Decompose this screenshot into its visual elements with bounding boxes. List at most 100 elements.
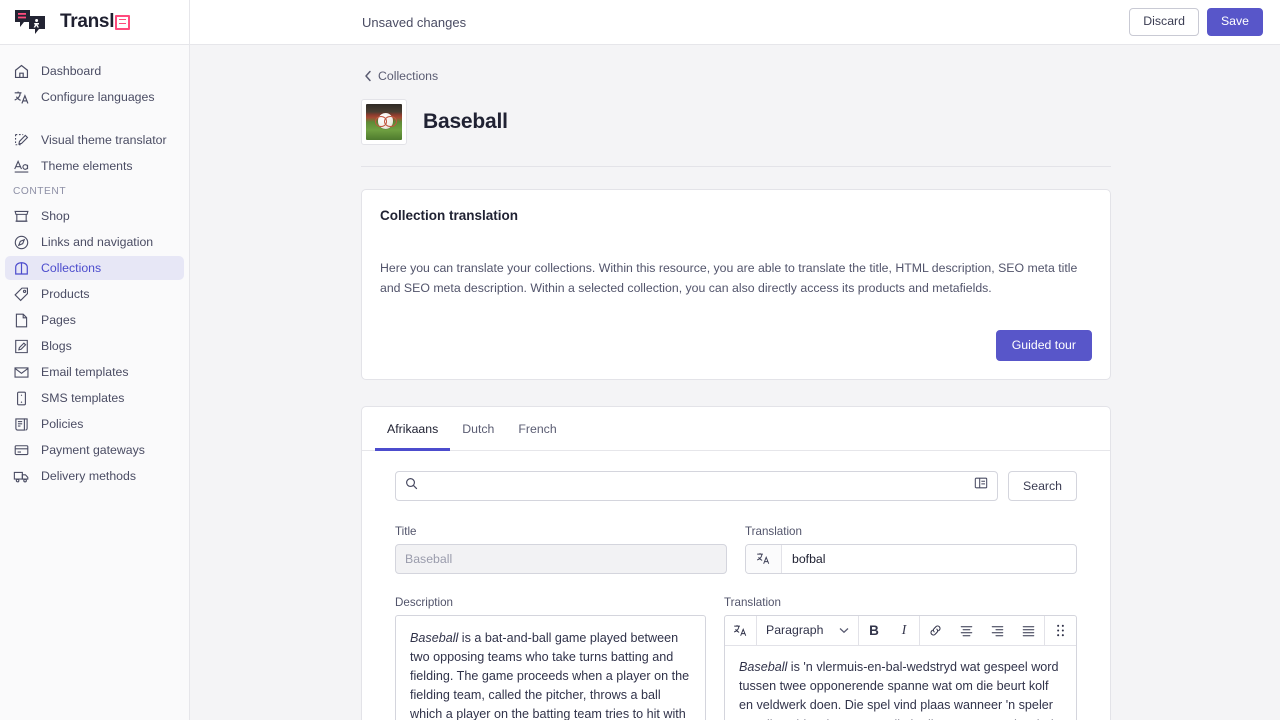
card-body: Here you can translate your collections.…	[362, 223, 1110, 299]
translation-input-wrapper[interactable]: bofbal	[745, 543, 1077, 574]
sidebar-item-payment-gateways[interactable]: Payment gateways	[5, 438, 184, 462]
sidebar-item-pages[interactable]: Pages	[5, 308, 184, 332]
top-bar: Unsaved changes Discard Save	[190, 0, 1280, 45]
bold-button[interactable]: B	[859, 616, 889, 646]
sidebar-item-collections[interactable]: Collections	[5, 256, 184, 280]
title-label: Title	[395, 524, 417, 538]
app-logo[interactable]: Transl	[0, 0, 189, 45]
sidebar-item-sms-templates[interactable]: SMS templates	[5, 386, 184, 410]
italic-button[interactable]: I	[889, 616, 919, 646]
unsaved-changes-status: Unsaved changes	[362, 14, 467, 30]
sidebar-item-label: Dashboard	[41, 64, 102, 78]
sidebar-item-visual-theme-translator[interactable]: Visual theme translator	[5, 128, 184, 152]
collection-translation-card: Collection translation Here you can tran…	[361, 189, 1111, 380]
editor-body-text: is 'n vlermuis-en-bal-wedstryd wat gespe…	[739, 659, 1059, 720]
align-right-icon[interactable]	[982, 616, 1013, 646]
chevron-down-icon	[839, 623, 849, 637]
editor-content[interactable]: Baseball is 'n vlermuis-en-bal-wedstryd …	[725, 646, 1076, 720]
envelope-icon	[13, 364, 30, 381]
baseball-icon	[374, 113, 397, 129]
sidebar-item-dashboard[interactable]: Dashboard	[5, 59, 184, 83]
breadcrumb-label: Collections	[378, 69, 439, 83]
blog-pencil-icon	[13, 338, 30, 355]
translation-label: Translation	[745, 524, 802, 538]
title-translation-group: Translation bofbal	[745, 525, 1077, 574]
tab-french[interactable]: French	[506, 407, 568, 451]
tab-dutch[interactable]: Dutch	[450, 407, 506, 451]
sidebar-item-label: Links and navigation	[41, 235, 154, 249]
typography-icon	[13, 158, 30, 175]
layout-panel-icon[interactable]	[974, 476, 988, 495]
sidebar-item-configure-languages[interactable]: Configure languages	[5, 85, 184, 109]
sidebar-item-label: Shop	[41, 209, 70, 223]
translation-panel-card: Afrikaans Dutch French Search Title Base…	[361, 405, 1111, 720]
brand-name: Transl	[60, 11, 115, 32]
collection-icon	[13, 260, 30, 277]
sidebar: Transl Dashboard Configure languages Vis…	[0, 0, 190, 720]
search-field[interactable]	[395, 470, 999, 501]
main-region: Unsaved changes Discard Save Collections	[190, 0, 1280, 720]
sidebar-nav: Dashboard Configure languages Visual the…	[0, 45, 189, 490]
search-icon	[405, 477, 418, 495]
search-button[interactable]: Search	[1008, 470, 1077, 501]
sidebar-item-email-templates[interactable]: Email templates	[5, 360, 184, 384]
chevron-left-icon	[364, 70, 372, 82]
tag-icon	[13, 286, 30, 303]
translation-value[interactable]: bofbal	[782, 545, 1076, 573]
sidebar-group-theme: Visual theme translator Theme elements	[0, 128, 189, 178]
description-translation-grid: Description Baseball is a bat-and-ball g…	[395, 596, 1077, 720]
sidebar-item-label: Configure languages	[41, 90, 155, 104]
baseball-thumbnail-image	[366, 104, 402, 141]
sidebar-item-delivery-methods[interactable]: Delivery methods	[5, 464, 184, 488]
phone-icon	[13, 390, 30, 407]
sidebar-item-products[interactable]: Products	[5, 282, 184, 306]
page-header: Baseball	[361, 96, 1111, 168]
align-justify-icon[interactable]	[1013, 616, 1044, 646]
language-tabs: Afrikaans Dutch French	[362, 407, 1110, 451]
description-label: Description	[395, 595, 453, 609]
sidebar-item-theme-elements[interactable]: Theme elements	[5, 154, 184, 178]
translation-editor-group: Translation Paragraph B I Baseball is 'n…	[724, 596, 1077, 720]
sidebar-item-policies[interactable]: Policies	[5, 412, 184, 436]
brand-badge-icon	[115, 14, 131, 30]
align-center-icon[interactable]	[951, 616, 982, 646]
title-translation-grid: Title Baseball Translation bofbal	[395, 525, 1077, 574]
translate-icon[interactable]	[746, 544, 782, 573]
app-root: Transl Dashboard Configure languages Vis…	[0, 0, 1280, 720]
sidebar-item-label: Pages	[41, 313, 76, 327]
sidebar-item-links-and-navigation[interactable]: Links and navigation	[5, 230, 184, 254]
truck-icon	[13, 468, 30, 485]
sidebar-item-label: Email templates	[41, 365, 129, 379]
description-text: Baseball is a bat-and-ball game played b…	[396, 616, 705, 720]
store-icon	[13, 208, 30, 225]
sidebar-section-content-label: CONTENT	[13, 186, 67, 197]
translate-icon[interactable]	[725, 616, 756, 646]
theme-edit-icon	[13, 132, 30, 149]
sidebar-group-content: Shop Links and navigation Collections Pr…	[0, 204, 189, 488]
guided-tour-button[interactable]: Guided tour	[995, 329, 1092, 361]
sidebar-item-shop[interactable]: Shop	[5, 204, 184, 228]
block-format-select[interactable]: Paragraph	[757, 616, 858, 646]
description-textarea[interactable]: Baseball is a bat-and-ball game played b…	[395, 614, 706, 720]
tab-afrikaans[interactable]: Afrikaans	[375, 407, 451, 451]
sidebar-divider	[0, 111, 189, 126]
editor-emphasis: Baseball	[739, 659, 788, 674]
home-icon	[13, 63, 30, 80]
compass-icon	[13, 234, 30, 251]
sidebar-item-label: Visual theme translator	[41, 133, 167, 147]
brand-name-wrapper: Transl	[60, 11, 131, 33]
title-input: Baseball	[395, 543, 727, 574]
search-input[interactable]	[426, 477, 967, 494]
sidebar-item-blogs[interactable]: Blogs	[5, 334, 184, 358]
search-row: Search	[395, 470, 1077, 501]
card-title: Collection translation	[380, 208, 519, 224]
discard-button[interactable]: Discard	[1129, 8, 1199, 36]
grip-dots-icon[interactable]	[1045, 616, 1076, 646]
sidebar-item-label: Products	[41, 287, 90, 301]
breadcrumb[interactable]: Collections	[361, 69, 1111, 83]
sidebar-group-primary: Dashboard Configure languages	[0, 59, 189, 109]
credit-card-icon	[13, 442, 30, 459]
rich-text-editor[interactable]: Paragraph B I Baseball is 'n vlermuis-en…	[724, 614, 1077, 720]
save-button[interactable]: Save	[1206, 8, 1263, 36]
link-icon[interactable]	[920, 616, 951, 646]
